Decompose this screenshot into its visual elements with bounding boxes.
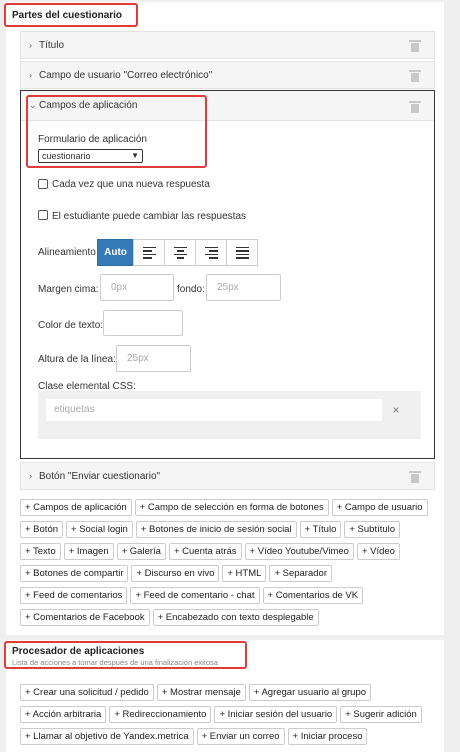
checkbox-every-time[interactable] bbox=[38, 179, 48, 189]
add-action-button[interactable]: + Iniciar sesión del usuario bbox=[214, 706, 338, 723]
processor-subtitle: Lista de acciones a tomar después de una… bbox=[12, 658, 218, 667]
accordion-app-fields: ⌄ Campos de aplicación Formulario de apl… bbox=[20, 90, 435, 459]
checkbox-student-change-label: El estudiante puede cambiar las respuest… bbox=[52, 211, 247, 222]
add-element-button[interactable]: + Botones de inicio de sesión social bbox=[135, 521, 297, 538]
accordion-app-fields-label: Campos de aplicación bbox=[39, 100, 138, 111]
add-element-button[interactable]: + Vídeo bbox=[356, 543, 400, 560]
add-element-button[interactable]: + Social login bbox=[66, 521, 133, 538]
add-element-button[interactable]: + Encabezado con texto desplegable bbox=[152, 609, 319, 626]
accordion-app-fields-header[interactable]: ⌄ Campos de aplicación bbox=[21, 91, 434, 121]
add-element-button[interactable]: + Subtítulo bbox=[344, 521, 401, 538]
chevron-down-icon: ⌄ bbox=[29, 100, 37, 110]
add-element-button[interactable]: + Imagen bbox=[63, 543, 114, 560]
form-select[interactable]: cuestionario ▼ bbox=[38, 149, 143, 163]
accordion-submit-button[interactable]: › Botón "Enviar cuestionario" bbox=[20, 462, 435, 490]
add-element-button[interactable]: + Comentarios de VK bbox=[262, 587, 364, 604]
chevron-right-icon: › bbox=[29, 471, 32, 481]
chevron-down-icon: ▼ bbox=[131, 151, 139, 160]
margin-top-input[interactable]: 0px bbox=[100, 274, 174, 301]
add-element-button[interactable]: + Vídeo Youtube/Vimeo bbox=[244, 543, 354, 560]
align-center-button[interactable] bbox=[164, 239, 196, 266]
processor-action-buttons: + Crear una solicitud / pedido + Mostrar… bbox=[20, 684, 434, 750]
margin-bottom-label: fondo: bbox=[177, 284, 205, 295]
accordion-email-label: Campo de usuario "Correo electrónico" bbox=[39, 69, 213, 81]
add-action-button[interactable]: + Agregar usuario al grupo bbox=[248, 684, 372, 701]
add-element-button[interactable]: + Botón bbox=[20, 521, 64, 538]
css-class-tag-input[interactable]: etiquetas bbox=[46, 399, 382, 421]
add-element-button[interactable]: + Botones de compartir bbox=[20, 565, 129, 582]
trash-icon[interactable] bbox=[409, 101, 421, 113]
add-element-button[interactable]: + HTML bbox=[222, 565, 267, 582]
align-right-icon bbox=[204, 245, 218, 261]
margin-top-label: Margen cima: bbox=[38, 284, 99, 295]
add-element-button[interactable]: + Comentarios de Facebook bbox=[20, 609, 150, 626]
align-justify-icon bbox=[235, 245, 249, 261]
add-element-button[interactable]: + Campo de usuario bbox=[331, 499, 428, 516]
line-height-label: Altura de la línea: bbox=[38, 354, 116, 365]
add-element-button[interactable]: + Discurso en vivo bbox=[131, 565, 220, 582]
css-class-container: etiquetas × bbox=[38, 391, 421, 439]
align-label: Alineamiento bbox=[38, 247, 96, 258]
line-height-input[interactable]: 25px bbox=[116, 345, 191, 372]
chevron-right-icon: › bbox=[29, 70, 32, 80]
align-justify-button[interactable] bbox=[226, 239, 258, 266]
add-action-button[interactable]: + Crear una solicitud / pedido bbox=[20, 684, 154, 701]
checkbox-every-time-label: Cada vez que una nueva respuesta bbox=[52, 179, 210, 190]
align-auto-button[interactable]: Auto bbox=[97, 239, 134, 266]
add-element-button[interactable]: + Feed de comentario - chat bbox=[130, 587, 260, 604]
add-action-button[interactable]: + Iniciar proceso bbox=[287, 728, 368, 745]
chevron-right-icon: › bbox=[29, 40, 32, 50]
add-action-button[interactable]: + Llamar al objetivo de Yandex.metrica bbox=[20, 728, 194, 745]
add-element-button[interactable]: + Texto bbox=[20, 543, 61, 560]
accordion-submit-label: Botón "Enviar cuestionario" bbox=[39, 470, 161, 482]
text-color-input[interactable] bbox=[103, 310, 183, 336]
trash-icon[interactable] bbox=[409, 70, 421, 82]
accordion-email-field[interactable]: › Campo de usuario "Correo electrónico" bbox=[20, 61, 435, 89]
add-action-button[interactable]: + Mostrar mensaje bbox=[156, 684, 246, 701]
processor-title: Procesador de aplicaciones bbox=[12, 646, 145, 657]
trash-icon[interactable] bbox=[409, 471, 421, 483]
add-action-button[interactable]: + Sugerir adición bbox=[340, 706, 422, 723]
add-element-button[interactable]: + Galería bbox=[116, 543, 166, 560]
align-right-button[interactable] bbox=[195, 239, 227, 266]
form-label: Formulario de aplicación bbox=[38, 134, 147, 145]
align-left-button[interactable] bbox=[133, 239, 165, 266]
align-left-icon bbox=[142, 245, 156, 261]
trash-icon[interactable] bbox=[409, 40, 421, 52]
align-center-icon bbox=[173, 245, 187, 261]
add-element-button[interactable]: + Título bbox=[299, 521, 342, 538]
add-element-button[interactable]: + Campo de selección en forma de botones bbox=[134, 499, 329, 516]
add-element-button[interactable]: + Campos de aplicación bbox=[20, 499, 132, 516]
accordion-title-label: Título bbox=[39, 39, 65, 51]
add-action-button[interactable]: + Enviar un correo bbox=[196, 728, 285, 745]
quiz-parts-title: Partes del cuestionario bbox=[12, 10, 123, 21]
margin-bottom-input[interactable]: 25px bbox=[206, 274, 281, 301]
add-element-button[interactable]: + Separador bbox=[269, 565, 332, 582]
checkbox-student-change[interactable] bbox=[38, 210, 48, 220]
add-action-button[interactable]: + Acción arbitraria bbox=[20, 706, 107, 723]
text-color-label: Color de texto: bbox=[38, 320, 104, 331]
align-button-group: Auto bbox=[97, 239, 258, 266]
add-element-button[interactable]: + Cuenta atrás bbox=[168, 543, 242, 560]
accordion-title[interactable]: › Título bbox=[20, 31, 435, 59]
add-action-button[interactable]: + Redireccionamiento bbox=[109, 706, 212, 723]
close-icon[interactable]: × bbox=[388, 399, 404, 421]
add-element-buttons: + Campos de aplicación + Campo de selecc… bbox=[20, 499, 434, 631]
add-element-button[interactable]: + Feed de comentarios bbox=[20, 587, 128, 604]
form-select-value: cuestionario bbox=[42, 151, 91, 161]
